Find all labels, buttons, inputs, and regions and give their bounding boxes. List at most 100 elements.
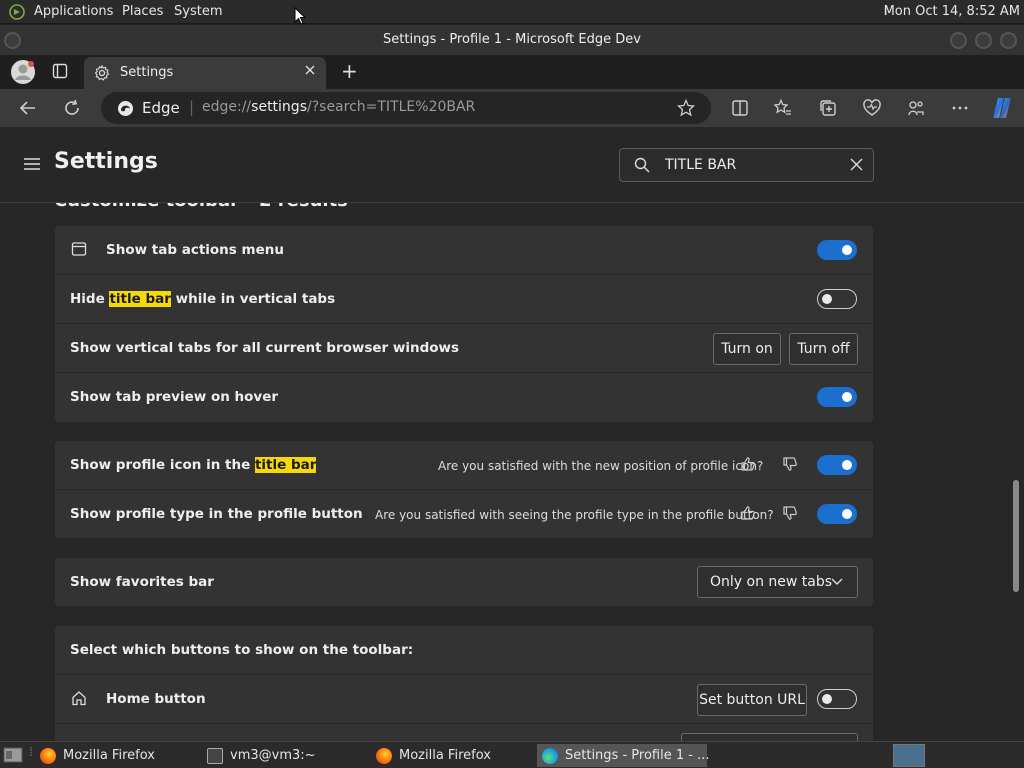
row-label: Show profile icon in the title bar	[70, 457, 317, 473]
toolbar-buttons-card: Select which buttons to show on the tool…	[55, 626, 873, 741]
close-window-button[interactable]	[1000, 32, 1017, 49]
tab-actions-menu-row: Show tab actions menu	[55, 226, 873, 275]
tab-settings-card: Show tab actions menu Hide title bar whi…	[55, 226, 873, 422]
row-label: Show vertical tabs for all current brows…	[70, 340, 460, 356]
favorite-star-icon[interactable]	[677, 99, 695, 117]
thumbs-down-icon[interactable]	[782, 505, 800, 523]
profile-icon-feedback: Are you satisfied with the new position …	[438, 459, 764, 473]
select-buttons-row: Select which buttons to show on the tool…	[55, 626, 873, 675]
taskbar-item-firefox[interactable]: Mozilla Firefox	[40, 744, 155, 767]
taskbar-item-edge[interactable]: Settings - Profile 1 - ...	[537, 744, 709, 767]
distro-logo-icon[interactable]	[8, 4, 26, 20]
extensions-icon[interactable]	[906, 98, 926, 118]
url-text[interactable]: edge://settings/?search=TITLE%20BAR	[202, 99, 475, 115]
copilot-icon[interactable]	[990, 96, 1011, 118]
taskbar-item-terminal[interactable]: vm3@vm3:~	[207, 744, 316, 767]
tab-actions-icon	[71, 241, 89, 259]
settings-page: Settings TITLE BAR Customize toolbar - 2…	[0, 127, 1024, 741]
address-toolbar: Edge | edge://settings/?search=TITLE%20B…	[0, 89, 1024, 127]
window-title: Settings - Profile 1 - Microsoft Edge De…	[383, 32, 641, 47]
row-label: Hide title bar while in vertical tabs	[70, 291, 336, 307]
browser-essentials-icon[interactable]	[862, 98, 882, 118]
profile-settings-card: Show profile icon in the title bar Are y…	[55, 441, 873, 538]
row-label: Show tab actions menu	[106, 242, 284, 258]
minimize-button[interactable]	[950, 32, 967, 49]
page-title: Settings	[54, 149, 158, 174]
favorites-bar-value: Only on new tabs	[710, 574, 833, 590]
tab-preview-toggle[interactable]	[817, 387, 857, 407]
row-label: Show favorites bar	[70, 574, 214, 590]
thumbs-up-icon[interactable]	[740, 505, 758, 523]
address-separator: |	[189, 98, 195, 116]
search-icon	[634, 157, 650, 173]
hamburger-menu-icon[interactable]	[24, 157, 40, 171]
applications-menu[interactable]: Applications	[34, 4, 113, 19]
thumbs-down-icon[interactable]	[782, 456, 800, 474]
refresh-icon[interactable]	[62, 98, 82, 118]
show-desktop-icon[interactable]	[3, 746, 23, 764]
profile-type-feedback: Are you satisfied with seeing the profil…	[375, 508, 774, 522]
gear-icon	[94, 65, 110, 81]
workspace-switcher[interactable]	[893, 744, 925, 767]
partial-select[interactable]	[681, 733, 858, 741]
home-icon	[71, 690, 89, 708]
tab-actions-toggle[interactable]	[817, 240, 857, 260]
turn-off-button[interactable]: Turn off	[789, 333, 858, 365]
close-tab-icon[interactable]	[304, 64, 316, 76]
scrollbar-thumb[interactable]	[1013, 480, 1019, 592]
places-menu[interactable]: Places	[122, 4, 163, 19]
more-options-icon[interactable]	[950, 98, 970, 118]
window-titlebar[interactable]: Settings - Profile 1 - Microsoft Edge De…	[0, 25, 1024, 55]
turn-on-button[interactable]: Turn on	[713, 333, 781, 365]
set-button-url-button[interactable]: Set button URL	[697, 684, 807, 716]
address-bar[interactable]: Edge | edge://settings/?search=TITLE%20B…	[101, 92, 711, 124]
taskbar-separator: ⁞	[29, 745, 34, 760]
search-value: TITLE BAR	[665, 157, 737, 173]
back-arrow-icon[interactable]	[18, 98, 38, 118]
tab-actions-icon[interactable]	[52, 63, 68, 79]
hide-title-bar-row: Hide title bar while in vertical tabs	[55, 275, 873, 324]
profile-avatar-icon[interactable]	[10, 59, 36, 85]
firefox-icon	[40, 747, 56, 764]
favorites-icon[interactable]	[773, 98, 793, 118]
split-screen-icon[interactable]	[730, 98, 750, 118]
scrollbar[interactable]	[1012, 203, 1020, 741]
window-menu-button[interactable]	[4, 32, 21, 49]
favorites-bar-select[interactable]: Only on new tabs	[697, 566, 858, 598]
firefox-icon	[376, 747, 392, 764]
edge-icon	[542, 747, 558, 764]
tab-strip: Settings +	[0, 55, 1024, 89]
clear-search-icon[interactable]	[850, 158, 863, 171]
site-label: Edge	[142, 99, 180, 117]
thumbs-up-icon[interactable]	[740, 456, 758, 474]
new-tab-button[interactable]: +	[341, 59, 358, 83]
favorites-bar-card: Show favorites bar Only on new tabs	[55, 558, 873, 606]
settings-header: Settings TITLE BAR	[0, 127, 1024, 203]
maximize-button[interactable]	[975, 32, 992, 49]
tab-preview-row: Show tab preview on hover	[55, 373, 873, 422]
next-row	[55, 724, 873, 741]
row-label: Home button	[106, 691, 206, 707]
row-label: Show profile type in the profile button	[70, 506, 363, 522]
profile-type-toggle[interactable]	[817, 504, 857, 524]
clock[interactable]: Mon Oct 14, 8:52 AM	[884, 4, 1020, 19]
tab-label: Settings	[120, 65, 174, 80]
chevron-down-icon	[831, 578, 843, 586]
taskbar-item-firefox-2[interactable]: Mozilla Firefox	[376, 744, 491, 767]
tab-settings[interactable]: Settings	[84, 57, 326, 89]
home-button-toggle[interactable]	[817, 689, 857, 709]
profile-icon-row: Show profile icon in the title bar Are y…	[55, 441, 873, 490]
profile-icon-toggle[interactable]	[817, 455, 857, 475]
system-menu[interactable]: System	[174, 4, 222, 19]
collections-icon[interactable]	[818, 98, 838, 118]
taskbar: ⁞ Mozilla Firefox vm3@vm3:~ Mozilla Fire…	[0, 741, 1024, 768]
hide-title-bar-toggle[interactable]	[817, 289, 857, 309]
profile-type-row: Show profile type in the profile button …	[55, 490, 873, 539]
row-label: Select which buttons to show on the tool…	[70, 642, 414, 658]
home-button-row: Home button Set button URL	[55, 675, 873, 724]
vertical-tabs-row: Show vertical tabs for all current brows…	[55, 324, 873, 373]
mouse-cursor-icon	[294, 7, 306, 25]
settings-search-input[interactable]: TITLE BAR	[619, 148, 874, 182]
favorites-bar-row: Show favorites bar Only on new tabs	[55, 558, 873, 607]
system-panel: Applications Places System ⁞ Mon Oct 14,…	[0, 0, 1024, 25]
